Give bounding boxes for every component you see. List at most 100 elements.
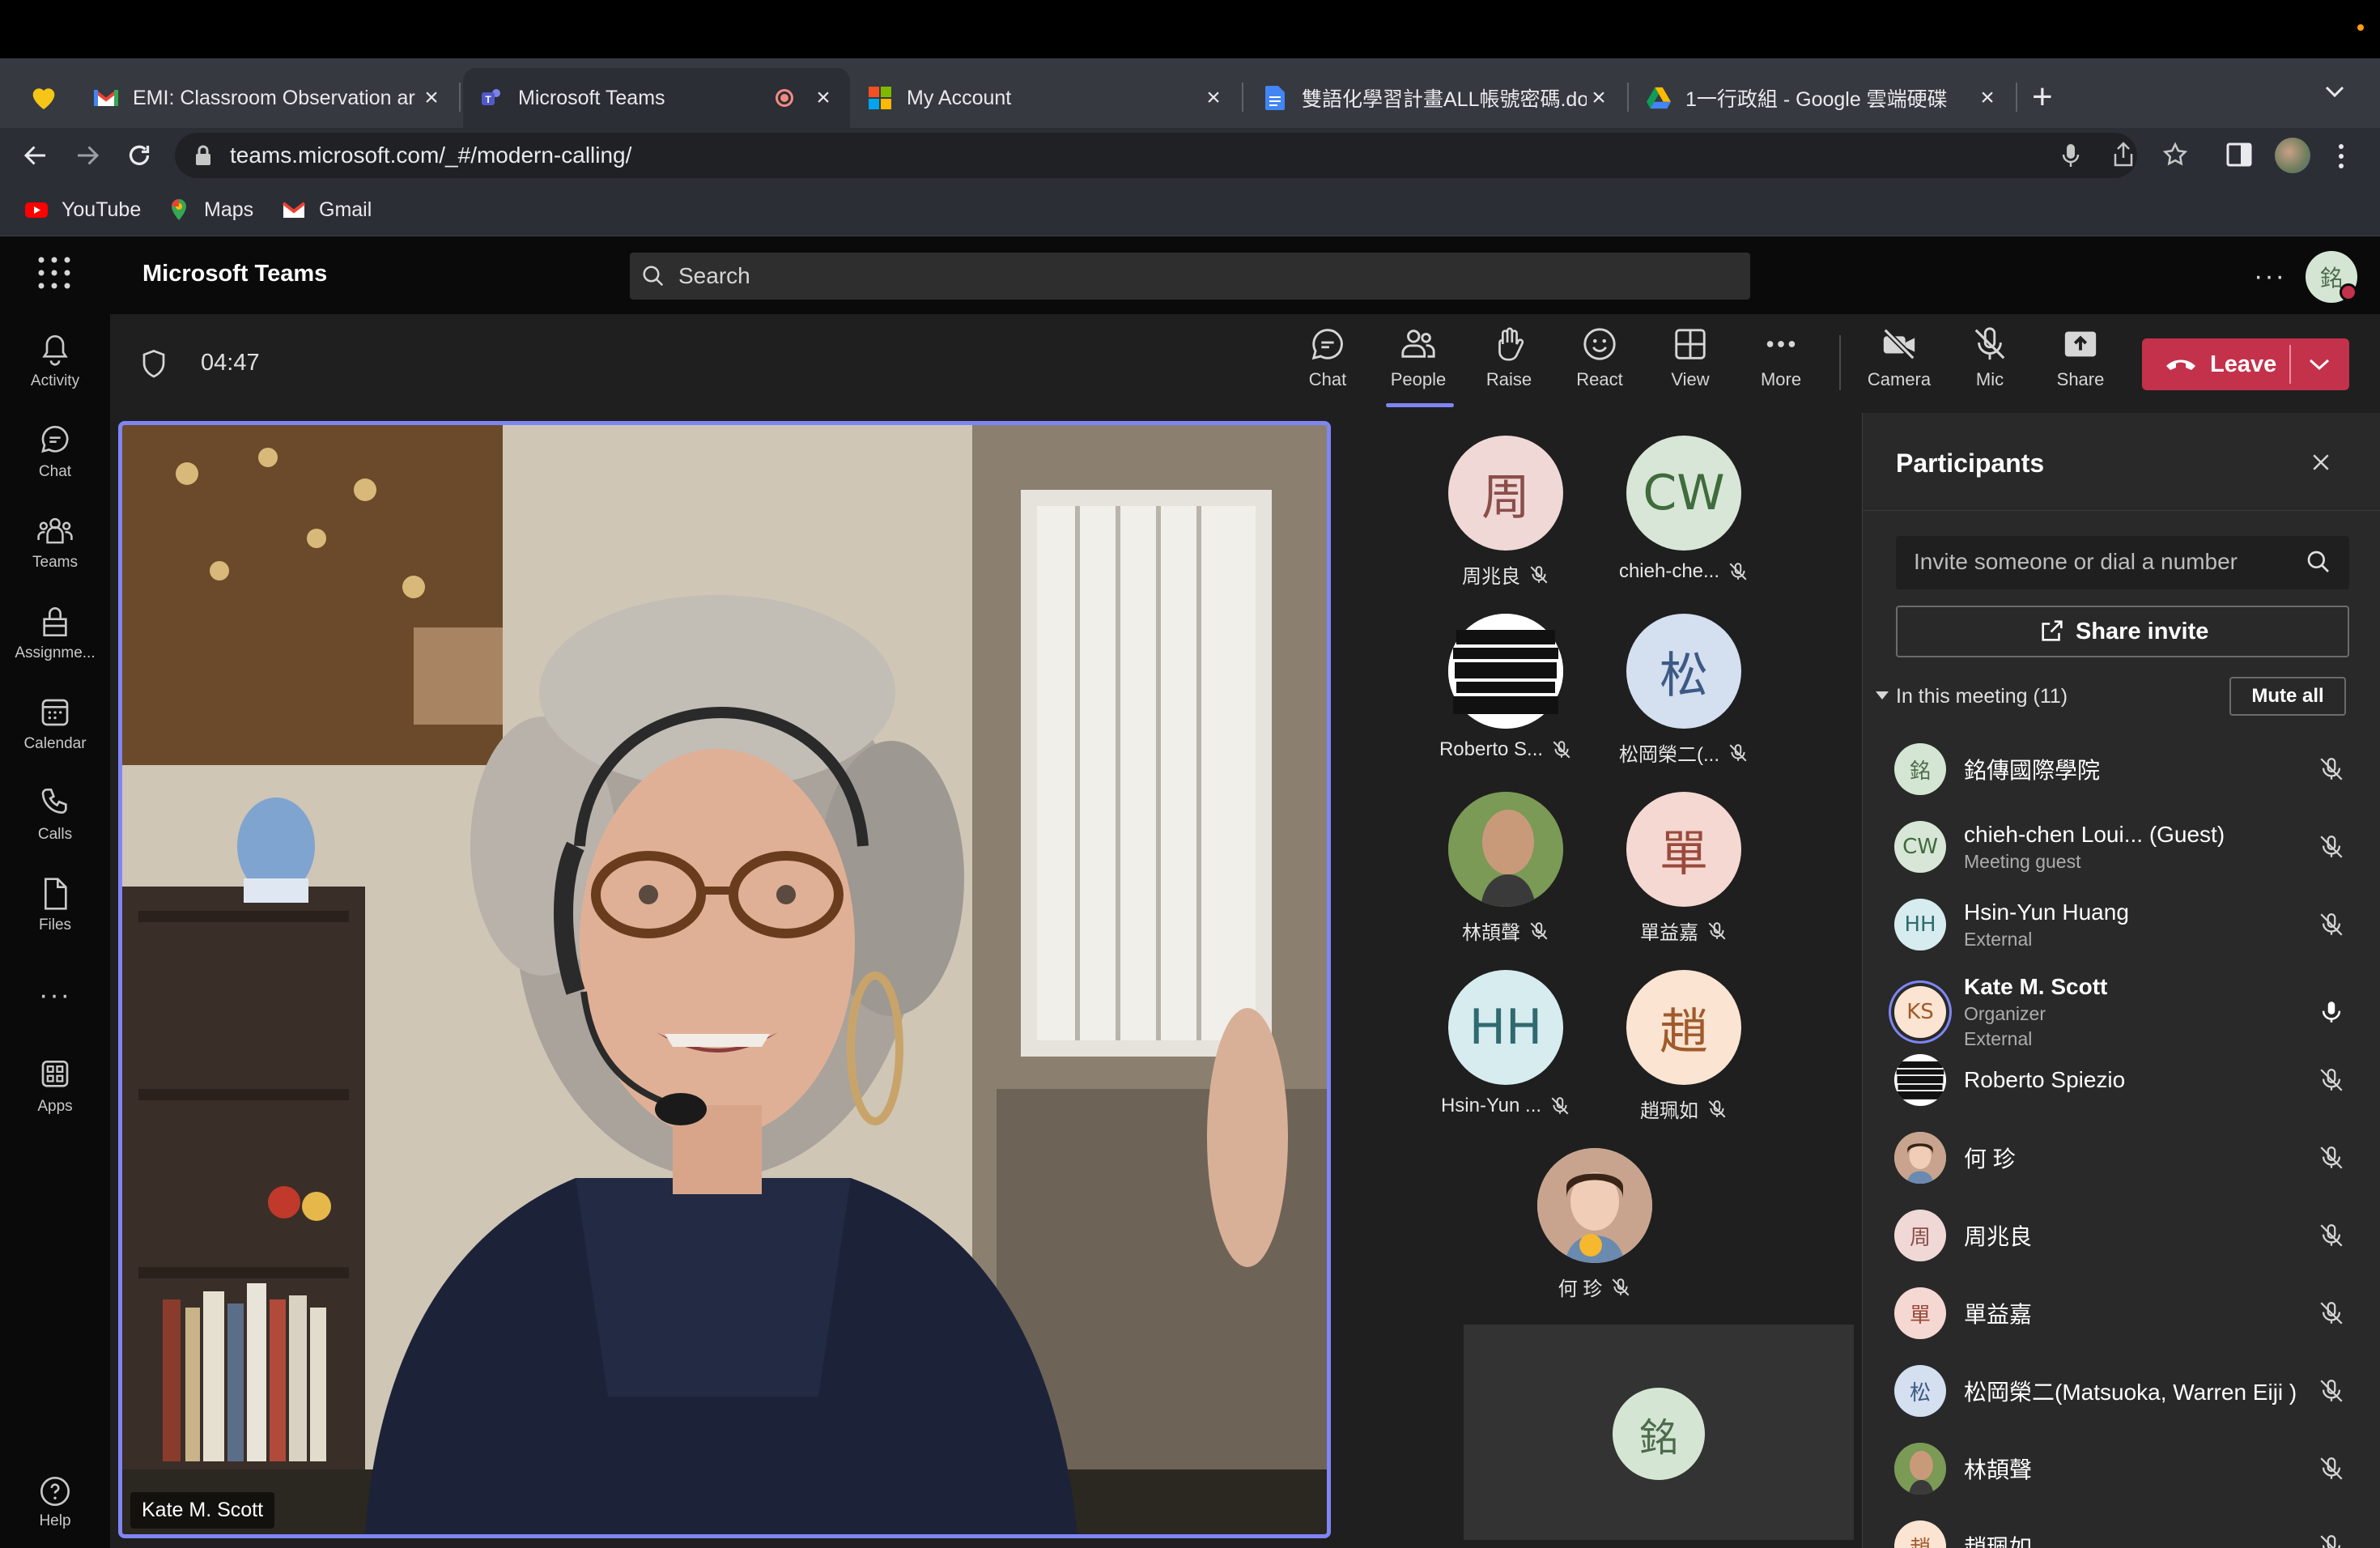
lock-icon[interactable] [194, 144, 212, 171]
share-page-icon[interactable] [2111, 141, 2136, 172]
mic-off-icon[interactable] [2315, 1299, 2348, 1327]
leave-options-chevron-icon[interactable] [2307, 356, 2331, 376]
mic-off-icon[interactable] [2315, 755, 2348, 783]
rail-label: Assignme... [15, 644, 96, 661]
mic-off-icon[interactable] [2315, 911, 2348, 938]
search-box[interactable] [630, 253, 1750, 300]
participant-role: Meeting guest [1964, 850, 2081, 872]
bookmark-star-icon[interactable] [2161, 141, 2189, 172]
rail-help[interactable]: Help [0, 1475, 110, 1530]
profile-avatar[interactable] [2275, 138, 2310, 173]
chat-button[interactable]: Chat [1287, 325, 1368, 390]
close-icon[interactable]: × [419, 84, 444, 112]
rail-teams[interactable]: Teams [0, 513, 110, 572]
people-button[interactable]: People [1378, 325, 1459, 390]
forward-icon[interactable] [71, 141, 104, 174]
invite-placeholder[interactable]: Invite someone or dial a number [1914, 549, 2238, 575]
search-placeholder[interactable]: Search [678, 263, 750, 289]
mic-off-icon[interactable] [2315, 1377, 2348, 1405]
presence-busy-icon [2340, 283, 2357, 301]
participant-row[interactable]: CW chieh-chen Loui... (Guest) Meeting gue… [1894, 814, 2348, 879]
rail-more-icon[interactable]: ··· [0, 980, 110, 1011]
side-panel-icon[interactable] [2226, 142, 2252, 171]
gallery-tile[interactable]: Roberto S... [1417, 614, 1595, 761]
participant-row[interactable]: 何 珍 [1894, 1125, 2348, 1190]
rail-activity[interactable]: Activity [0, 332, 110, 390]
reload-icon[interactable] [123, 141, 155, 174]
bookmark-maps[interactable]: Maps [167, 198, 253, 222]
shield-icon[interactable] [139, 348, 168, 385]
participant-row[interactable]: 林頡聲 [1894, 1436, 2348, 1501]
tab-search-chevron-icon[interactable] [2323, 84, 2346, 103]
participant-row[interactable]: 松 松岡榮二(Matsuoka, Warren Eiji ) [1894, 1359, 2348, 1423]
gallery-tile[interactable]: HH Hsin-Yun ... [1417, 970, 1595, 1117]
participant-row[interactable]: Roberto Spiezio [1894, 1048, 2348, 1112]
mic-off-icon[interactable] [2315, 833, 2348, 861]
heart-tab-icon[interactable] [28, 81, 60, 113]
mic-off-icon[interactable] [2315, 1222, 2348, 1249]
gallery-tile[interactable]: 周 周兆良 [1417, 436, 1595, 589]
app-launcher-icon[interactable] [37, 256, 71, 294]
search-icon[interactable] [2306, 549, 2331, 579]
view-button[interactable]: View [1650, 325, 1731, 390]
participant-row[interactable]: KS Kate M. Scott Organizer External [1894, 972, 2348, 1053]
chat-icon [41, 425, 69, 453]
gallery-tile[interactable]: 單 單益嘉 [1595, 792, 1773, 945]
rail-files[interactable]: Files [0, 876, 110, 934]
mic-button[interactable]: Mic [1949, 325, 2030, 390]
rail-chat[interactable]: Chat [0, 423, 110, 481]
tab-docs[interactable]: 雙語化學習計畫ALL帳號密碼.do × [1247, 68, 1626, 128]
gallery-tile[interactable]: 趙 趙珮如 [1595, 970, 1773, 1123]
avatar: HH [1894, 899, 1946, 950]
participant-row[interactable]: HH Hsin-Yun Huang External [1894, 892, 2348, 957]
rail-apps[interactable]: Apps [0, 1057, 110, 1116]
url-text[interactable]: teams.microsoft.com/_#/modern-calling/ [230, 141, 631, 170]
close-icon[interactable] [2309, 450, 2333, 478]
gmail-icon [282, 202, 306, 218]
mic-off-icon[interactable] [2315, 1533, 2348, 1548]
call-timer: 04:47 [201, 350, 260, 376]
mic-off-icon[interactable] [2315, 1144, 2348, 1172]
section-label[interactable]: In this meeting (11) [1896, 685, 2068, 708]
bookmark-youtube[interactable]: YouTube [24, 198, 141, 222]
mic-on-icon[interactable] [2315, 998, 2348, 1026]
new-tab-button[interactable]: + [2032, 74, 2053, 120]
syllabus-avatar-image [1448, 614, 1563, 729]
raise-hand-button[interactable]: Raise [1468, 325, 1549, 390]
camera-button[interactable]: Camera [1859, 325, 1940, 390]
tab-gmail[interactable]: EMI: Classroom Observation ar × [78, 68, 458, 128]
bookmark-gmail[interactable]: Gmail [282, 198, 372, 222]
participant-role: External [1964, 928, 2033, 950]
syllabus-avatar-image [1896, 1061, 1944, 1099]
mic-off-icon[interactable] [2315, 1455, 2348, 1482]
tab-teams[interactable]: T Microsoft Teams × [463, 68, 850, 128]
avatar [1448, 614, 1563, 729]
mic-icon[interactable] [2061, 142, 2080, 172]
gallery-tile[interactable]: 松 松岡榮二(... [1595, 614, 1773, 767]
close-icon[interactable]: × [1975, 84, 2000, 112]
back-icon[interactable] [19, 141, 52, 174]
share-button[interactable]: Share [2040, 325, 2121, 390]
gallery-tile[interactable]: 何 珍 [1506, 1148, 1684, 1301]
rail-calls[interactable]: Calls [0, 785, 110, 844]
tab-drive[interactable]: 1一行政組 - Google 雲端硬碟 × [1630, 68, 2014, 128]
participant-row[interactable]: 單 單益嘉 [1894, 1281, 2348, 1346]
close-icon[interactable]: × [1201, 84, 1226, 112]
participant-row[interactable]: 銘 銘傳國際學院 [1894, 737, 2348, 802]
settings-more-icon[interactable]: ··· [2254, 261, 2286, 292]
participant-row[interactable]: 趙 趙珮如 [1894, 1514, 2348, 1548]
main-video[interactable]: Kate M. Scott [118, 421, 1331, 1538]
rail-calendar[interactable]: Calendar [0, 695, 110, 753]
tab-my-account[interactable]: My Account × [852, 68, 1240, 128]
menu-dots-icon[interactable] [2336, 142, 2346, 174]
close-icon[interactable]: × [1587, 84, 1611, 112]
close-icon[interactable]: × [811, 84, 835, 112]
participant-row[interactable]: 周 周兆良 [1894, 1203, 2348, 1268]
rail-assignments[interactable]: Assignme... [0, 604, 110, 662]
gallery-tile[interactable]: CW chieh-che... [1595, 436, 1773, 583]
gallery-tile[interactable]: 林頡聲 [1417, 792, 1595, 945]
caret-down-icon[interactable] [1875, 690, 1889, 705]
react-button[interactable]: React [1559, 325, 1640, 390]
more-button[interactable]: More [1740, 325, 1821, 390]
mic-off-icon[interactable] [2315, 1066, 2348, 1094]
